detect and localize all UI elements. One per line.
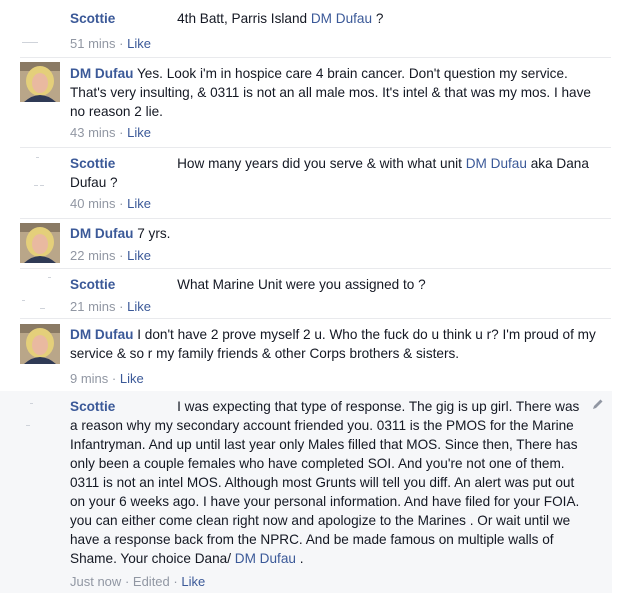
comment-text: How many years did you serve & with what… [177,156,462,171]
like-button[interactable]: Like [127,248,151,263]
comment: Scottie How many years did you serve & w… [0,148,605,218]
avatar[interactable] [20,223,60,263]
comment-text: What Marine Unit were you assigned to ? [177,277,426,292]
redacted-name [115,164,173,165]
mention-link[interactable]: DM Dufau [311,11,372,26]
separator: · [119,125,124,140]
pencil-icon[interactable] [592,398,604,410]
redacted-name [115,407,173,408]
comment-thread: Scottie 4th Batt, Parris Island DM Dufau… [0,0,617,593]
like-button[interactable]: Like [120,371,144,386]
avatar[interactable] [20,397,60,437]
comment-author[interactable]: DM Dufau [70,66,133,81]
separator: · [119,196,124,211]
avatar[interactable] [20,324,60,364]
avatar[interactable] [20,62,60,102]
separator: · [124,574,130,589]
avatar[interactable] [20,274,60,314]
comment: Scottie What Marine Unit were you assign… [0,269,605,319]
comment-author[interactable]: Scottie [70,156,115,171]
profile-photo [20,62,60,102]
like-button[interactable]: Like [127,125,151,140]
profile-photo [20,324,60,364]
separator: · [119,36,124,51]
comment-time[interactable]: 22 mins [70,248,116,263]
edited-label[interactable]: Edited [133,574,170,589]
profile-photo [20,223,60,263]
comment: DM Dufau I don't have 2 prove myself 2 u… [0,319,605,391]
redacted-name [115,19,173,20]
like-button[interactable]: Like [127,299,151,314]
comment-time[interactable]: 9 mins [70,371,108,386]
like-button[interactable]: Like [127,36,151,51]
comment-author[interactable]: Scottie [70,11,115,26]
comment-time[interactable]: 51 mins [70,36,116,51]
comment-time[interactable]: 21 mins [70,299,116,314]
mention-link[interactable]: DM Dufau [466,156,527,171]
separator: · [111,371,117,386]
comment-author[interactable]: DM Dufau [70,327,133,342]
redacted-name [115,285,173,286]
comment: Scottie I was expecting that type of res… [0,391,612,593]
comment-time[interactable]: 43 mins [70,125,116,140]
comment-time[interactable]: Just now [70,574,121,589]
comment: DM Dufau 7 yrs. 22 mins · Like [0,219,605,269]
avatar[interactable] [20,153,60,193]
separator: · [119,248,124,263]
comment-text: 7 yrs. [137,226,171,241]
comment-text: I don't have 2 prove myself 2 u. Who the… [70,327,596,361]
comment-text: I was expecting that type of response. T… [70,399,580,566]
separator: · [173,574,178,589]
comment-text-suffix: . [295,551,304,566]
comment-author[interactable]: Scottie [70,277,115,292]
comment: DM Dufau Yes. Look i'm in hospice care 4… [0,58,605,148]
mention-link[interactable]: DM Dufau [235,551,296,566]
comment-text: Yes. Look i'm in hospice care 4 brain ca… [70,66,591,119]
like-button[interactable]: Like [127,196,151,211]
comment-author[interactable]: DM Dufau [70,226,133,241]
avatar[interactable] [20,8,60,48]
like-button[interactable]: Like [181,574,205,589]
comment-text-suffix: ? [372,11,384,26]
comment-time[interactable]: 40 mins [70,196,116,211]
separator: · [119,299,124,314]
comment: Scottie 4th Batt, Parris Island DM Dufau… [0,0,605,60]
comment-author[interactable]: Scottie [70,399,115,414]
comment-text: 4th Batt, Parris Island [177,11,308,26]
